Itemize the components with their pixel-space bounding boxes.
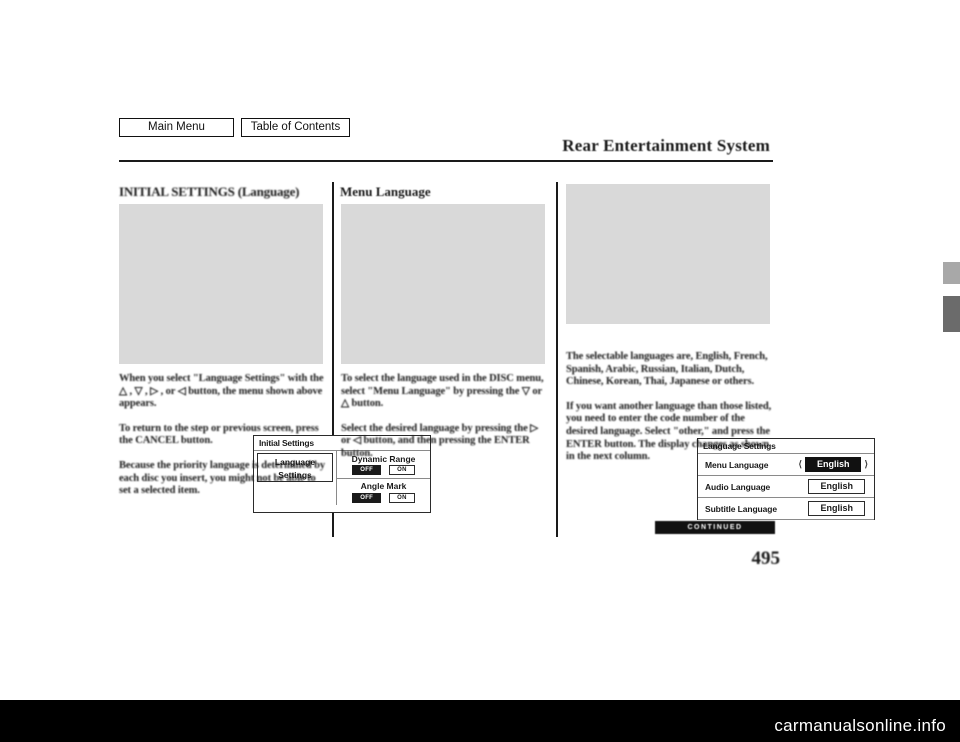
page-root: Main Menu Table of Contents Rear Enterta… xyxy=(0,0,960,742)
figure-initial-settings: Initial Settings Language Settings Dynam… xyxy=(119,204,431,513)
paragraph-mid-1: To select the language used in the DISC … xyxy=(341,373,544,410)
audio-language-value[interactable]: English xyxy=(808,479,865,494)
page-number: 495 xyxy=(751,548,781,569)
angle-mark-toggle[interactable]: OFF ON xyxy=(352,492,415,503)
subtitle-language-label: Subtitle Language xyxy=(705,503,777,514)
main-menu-button[interactable]: Main Menu xyxy=(119,118,234,137)
body-text-right-column: The selectable languages are, English, F… xyxy=(566,351,776,464)
paragraph-right-1: The selectable languages are, English, F… xyxy=(566,351,768,388)
subtitle-language-row[interactable]: Subtitle Language English xyxy=(698,498,874,520)
section-heading-menu-language: Menu Language xyxy=(340,184,431,199)
thumb-tab-upper xyxy=(943,262,960,284)
audio-language-label: Audio Language xyxy=(705,481,771,492)
figure-language-settings-other: Language Settings Menu Language ⟨ other … xyxy=(566,184,770,324)
thumb-tab-lower xyxy=(943,296,960,332)
continued-badge: CONTINUED xyxy=(655,521,775,534)
menu-language-value-group[interactable]: ⟨ English ⟩ xyxy=(798,457,874,472)
header-rule xyxy=(119,160,773,162)
audio-language-row[interactable]: Audio Language English xyxy=(698,476,874,498)
left-arrow-icon[interactable]: ⟨ xyxy=(798,459,802,470)
paragraph-left-2: To return to the step or previous screen… xyxy=(119,422,319,447)
right-arrow-icon[interactable]: ⟩ xyxy=(864,459,868,470)
body-text-middle-column: To select the language used in the DISC … xyxy=(341,373,547,461)
figure-language-settings-english: Language Settings Menu Language ⟨ Englis… xyxy=(341,204,875,520)
initial-settings-empty-row xyxy=(254,505,430,525)
paragraph-left-3: Because the priority language is determi… xyxy=(119,459,325,497)
angle-mark-label: Angle Mark xyxy=(360,481,407,491)
angle-mark-off-button[interactable]: OFF xyxy=(352,492,382,503)
paragraph-left-1: When you select "Language Settings" with… xyxy=(119,373,324,410)
angle-mark-row[interactable]: Angle Mark OFF ON xyxy=(337,479,430,506)
dynamic-range-on-button[interactable]: ON xyxy=(389,465,415,475)
section-heading-initial-settings: INITIAL SETTINGS (Language) xyxy=(119,184,300,199)
paragraph-right-2: If you want another language than those … xyxy=(566,400,772,463)
paragraph-mid-2: Select the desired language by pressing … xyxy=(341,422,539,459)
running-head: Rear Entertainment System xyxy=(562,136,770,155)
document-sheet: Main Menu Table of Contents Rear Enterta… xyxy=(0,0,960,700)
dynamic-range-toggle[interactable]: OFF ON xyxy=(352,465,415,475)
menu-language-value[interactable]: English xyxy=(804,457,862,472)
table-of-contents-button[interactable]: Table of Contents xyxy=(241,118,350,137)
column-divider-2 xyxy=(556,182,558,537)
site-watermark: carmanualsonline.info xyxy=(774,716,946,735)
body-text-left-column: When you select "Language Settings" with… xyxy=(119,373,325,498)
dynamic-range-off-button[interactable]: OFF xyxy=(352,465,382,475)
angle-mark-on-button[interactable]: ON xyxy=(389,492,415,503)
subtitle-language-value[interactable]: English xyxy=(808,501,865,516)
